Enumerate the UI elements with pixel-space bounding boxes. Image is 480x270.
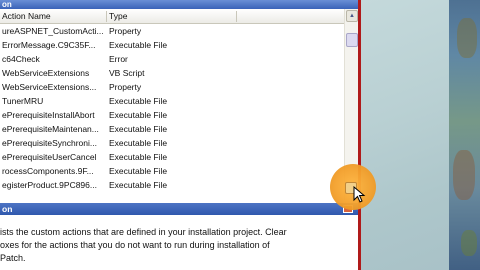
action-type-cell: Error (109, 54, 128, 64)
list-item[interactable]: egisterProduct.9PC896... Executable File (0, 178, 344, 192)
background-detail (461, 230, 477, 256)
list-item[interactable]: ureASPNET_CustomActi... Property (0, 24, 344, 38)
window-title: on (0, 0, 360, 9)
background-detail (453, 150, 475, 200)
action-name-cell: c64Check (2, 54, 40, 64)
custom-actions-list[interactable]: ureASPNET_CustomActi... Property ErrorMe… (0, 24, 344, 200)
action-name-cell: ErrorMessage.C9C35F... (2, 40, 96, 50)
list-item[interactable]: ePrerequisiteInstallAbort Executable Fil… (0, 108, 344, 122)
list-item[interactable]: TunerMRU Executable File (0, 94, 344, 108)
column-action-name[interactable]: Action Name (2, 9, 51, 24)
action-type-cell: Executable File (109, 152, 168, 162)
action-type-cell: Property (109, 26, 142, 36)
list-item[interactable]: rocessComponents.9F... Executable File (0, 164, 344, 178)
list-item[interactable]: c64Check Error (0, 52, 344, 66)
list-item[interactable]: ePrerequisiteUserCancel Executable File (0, 150, 344, 164)
action-type-cell: Executable File (109, 124, 168, 134)
scroll-up-button[interactable]: ▲ (346, 10, 358, 22)
action-name-cell: WebServiceExtensions... (2, 82, 97, 92)
description-panel-title: on (0, 203, 358, 215)
column-type[interactable]: Type (109, 9, 127, 24)
action-name-cell: ureASPNET_CustomActi... (2, 26, 104, 36)
action-type-cell: Executable File (109, 110, 168, 120)
action-name-cell: ePrerequisiteSynchroni... (2, 138, 97, 148)
action-name-cell: rocessComponents.9F... (2, 166, 94, 176)
action-name-cell: TunerMRU (2, 96, 44, 106)
scroll-thumb[interactable] (346, 33, 358, 47)
description-line: Patch. (0, 253, 26, 263)
action-name-cell: egisterProduct.9PC896... (2, 180, 97, 190)
description-line: ists the custom actions that are defined… (0, 227, 287, 237)
list-column-header: Action Name Type (0, 9, 344, 24)
desktop-background (361, 0, 480, 270)
list-item[interactable]: ePrerequisiteMaintenan... Executable Fil… (0, 122, 344, 136)
column-separator[interactable] (236, 11, 237, 22)
action-type-cell: Executable File (109, 138, 168, 148)
list-item[interactable]: ErrorMessage.C9C35F... Executable File (0, 38, 344, 52)
chevron-up-icon: ▲ (349, 13, 355, 19)
action-type-cell: Executable File (109, 40, 168, 50)
description-line: oxes for the actions that you do not wan… (0, 240, 270, 250)
list-item[interactable]: WebServiceExtensions VB Script (0, 66, 344, 80)
action-type-cell: Executable File (109, 180, 168, 190)
list-item[interactable]: ePrerequisiteSynchroni... Executable Fil… (0, 136, 344, 150)
action-name-cell: ePrerequisiteInstallAbort (2, 110, 95, 120)
action-name-cell: WebServiceExtensions (2, 68, 90, 78)
action-type-cell: VB Script (109, 68, 145, 78)
action-type-cell: Executable File (109, 166, 168, 176)
list-item[interactable]: WebServiceExtensions... Property (0, 80, 344, 94)
action-name-cell: ePrerequisiteUserCancel (2, 152, 97, 162)
action-type-cell: Executable File (109, 96, 168, 106)
description-panel: ists the custom actions that are defined… (0, 226, 356, 265)
background-detail (457, 18, 477, 58)
mouse-pointer-icon (353, 186, 366, 203)
action-name-cell: ePrerequisiteMaintenan... (2, 124, 99, 134)
action-type-cell: Property (109, 82, 142, 92)
column-separator[interactable] (106, 11, 107, 22)
